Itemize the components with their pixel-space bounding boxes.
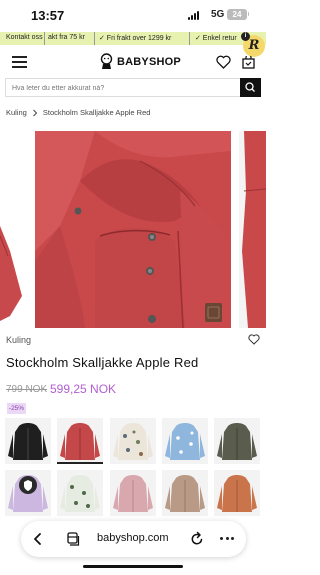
promo-band: Kontakt oss akt fra 75 kr ✓ Fri frakt ov… xyxy=(0,32,266,45)
swatch-orange[interactable] xyxy=(214,470,260,516)
swatch-green-print[interactable] xyxy=(57,470,103,516)
battery-level: 24 xyxy=(232,10,242,19)
swatch-beige[interactable] xyxy=(162,470,208,516)
status-time: 13:57 xyxy=(31,8,65,23)
wishlist-icon[interactable] xyxy=(216,55,231,69)
reload-icon[interactable] xyxy=(190,531,204,546)
product-brand[interactable]: Kuling xyxy=(6,335,31,345)
promo-divider xyxy=(189,32,190,45)
search-input[interactable] xyxy=(12,81,232,95)
battery-icon: 24 xyxy=(227,9,249,20)
site-header: BABYSHOP xyxy=(0,47,266,77)
back-icon[interactable] xyxy=(31,532,45,546)
swatch-pink[interactable] xyxy=(110,470,156,516)
search-bar xyxy=(5,78,261,97)
promo-item: ✓ Enkel retur xyxy=(195,35,237,42)
discount-badge: -25% xyxy=(7,403,26,414)
promo-divider xyxy=(44,32,45,45)
status-bar: 13:57 5G 24 xyxy=(0,0,266,32)
menu-icon[interactable] xyxy=(12,56,27,68)
promo-item: ✓ Fri frakt over 1299 kr xyxy=(99,35,172,42)
product-image-carousel[interactable] xyxy=(0,131,266,328)
promo-item: akt fra 75 kr xyxy=(48,34,85,41)
product-wishlist-icon[interactable] xyxy=(248,334,260,345)
breadcrumb-product[interactable]: Stockholm Skalljakke Apple Red xyxy=(43,108,151,117)
promo-contact[interactable]: Kontakt oss xyxy=(6,34,43,41)
cart-icon[interactable] xyxy=(242,56,255,69)
swatch-lilac[interactable] xyxy=(5,470,51,516)
swatch-olive[interactable] xyxy=(214,418,260,464)
old-price: 799 NOK xyxy=(6,384,48,395)
swatch-black[interactable] xyxy=(5,418,51,464)
promo-divider xyxy=(94,32,95,45)
swatch-cream-print[interactable] xyxy=(110,418,156,464)
browser-address-bar: babyshop.com xyxy=(21,521,246,557)
breadcrumb: Kuling Stockholm Skalljakke Apple Red xyxy=(6,108,150,117)
url-text[interactable]: babyshop.com xyxy=(97,532,169,544)
search-button[interactable] xyxy=(240,78,261,97)
swatch-blue-print[interactable] xyxy=(162,418,208,464)
home-indicator xyxy=(83,565,183,568)
product-image xyxy=(0,131,266,328)
product-title: Stockholm Skalljakke Apple Red xyxy=(6,355,199,370)
sale-price: 599,25 NOK xyxy=(50,382,117,396)
swatch-apple-red[interactable] xyxy=(57,418,103,464)
network-label: 5G xyxy=(211,9,225,20)
chevron-right-icon xyxy=(33,109,38,116)
logo-text: BABYSHOP xyxy=(117,55,181,68)
signal-icon xyxy=(188,11,199,20)
tabs-icon[interactable] xyxy=(67,532,80,546)
baby-logo-icon xyxy=(100,53,113,69)
breadcrumb-brand[interactable]: Kuling xyxy=(6,108,27,117)
more-icon[interactable] xyxy=(220,537,234,540)
search-icon xyxy=(245,82,255,92)
site-logo[interactable]: BABYSHOP xyxy=(99,53,181,70)
